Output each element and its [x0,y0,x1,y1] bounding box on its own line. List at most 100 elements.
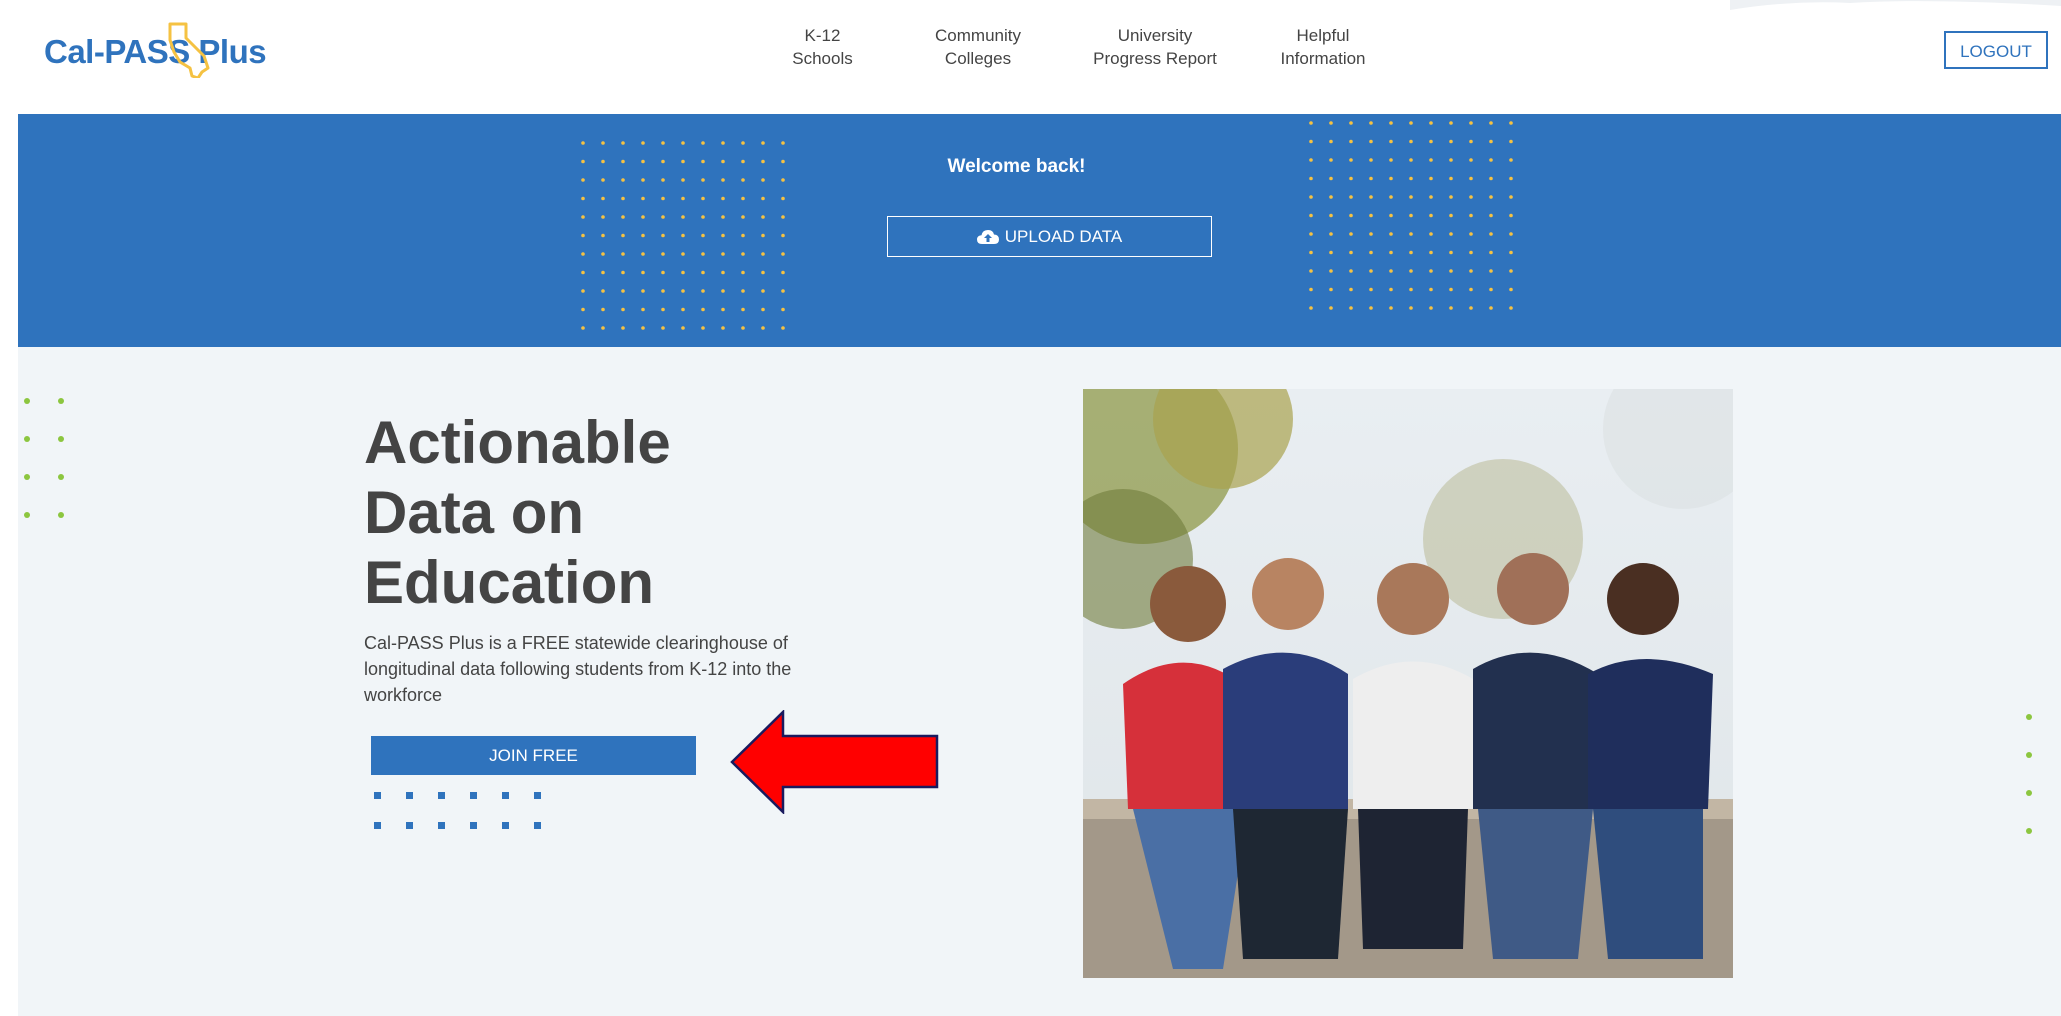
decorative-dot [1369,269,1373,273]
decorative-dot [781,326,785,330]
decorative-dot [781,215,785,219]
decorative-dot [781,141,785,145]
decorative-dot [681,141,685,145]
cal-pass-plus-logo[interactable]: Cal-PASS Plus [44,22,267,82]
decorative-dot [661,289,665,293]
decorative-dot [661,233,665,238]
decorative-dot [781,196,785,201]
decorative-dot [581,289,585,293]
upload-data-button[interactable]: UPLOAD DATA [887,216,1212,257]
logout-button[interactable]: LOGOUT [1944,31,2048,69]
decorative-dot [1389,269,1393,273]
decorative-dot [701,252,705,256]
decorative-dot [761,178,765,182]
decorative-dot [1309,139,1313,144]
decorative-dot [621,196,625,201]
decorative-dot [374,822,381,829]
decorative-dot [741,326,745,330]
decorative-dot [681,270,685,275]
decorative-dot [406,822,413,829]
decorative-dot [1489,121,1493,125]
nav-helpful-information[interactable]: Helpful Information [1263,24,1383,70]
decorative-dot [581,270,585,275]
decorative-dot [1429,269,1433,273]
decorative-dot [1349,250,1353,255]
decorative-dot [1449,287,1453,292]
decorative-dot [1469,287,1473,292]
decorative-dot [1349,121,1353,125]
students-photo-illustration [1083,389,1733,978]
decorative-dot [761,326,765,330]
decorative-dot [761,307,765,312]
decorative-dot [1509,287,1513,292]
decorative-dot [721,326,725,330]
join-free-button[interactable]: JOIN FREE [371,736,696,775]
decorative-dot [681,215,685,219]
decorative-dot [1309,306,1313,310]
decorative-dot [1329,139,1333,144]
decorative-dot [761,252,765,256]
decorative-dot [661,196,665,201]
decorative-dot [534,822,541,829]
headline-line-1: Actionable [364,409,671,476]
decorative-dot [1309,213,1313,218]
decorative-dot [641,233,645,238]
decorative-dot [701,141,705,145]
decorative-dot [1509,213,1513,218]
decorative-dot [24,436,30,442]
decorative-dot [1329,269,1333,273]
decorative-dot [681,252,685,256]
decorative-dot [24,474,30,480]
decorative-dot [470,792,477,799]
decorative-dot [1409,121,1413,125]
decorative-dot [1389,121,1393,125]
decorative-dot [601,178,605,182]
decorative-dot [1329,287,1333,292]
decorative-dot [581,196,585,201]
decorative-dot [661,326,665,330]
decorative-dot [1409,139,1413,144]
decorative-dot [1509,121,1513,125]
decorative-dot [701,233,705,238]
decorative-dot [681,289,685,293]
main-nav: K-12 Schools Community Colleges Universi… [760,24,1383,70]
decorative-dot [701,289,705,293]
decorative-dot [1469,269,1473,273]
decorative-dot [1469,121,1473,125]
decorative-dot [1489,269,1493,273]
five-students-sitting-photo [1083,389,1733,978]
nav-university-progress-report[interactable]: University Progress Report [1075,24,1235,70]
decorative-dot [1389,195,1393,199]
decorative-dot [721,196,725,201]
hero-headline: Actionable Data on Education [364,408,671,618]
decorative-dot [621,178,625,182]
decorative-dot [721,289,725,293]
decorative-dot [438,792,445,799]
decorative-dot [1429,250,1433,255]
decorative-dot [1449,139,1453,144]
decorative-dot [741,270,745,275]
decorative-dot [1389,213,1393,218]
nav-community-colleges[interactable]: Community Colleges [913,24,1043,70]
decorative-dot [1429,287,1433,292]
decorative-dot [581,178,585,182]
decorative-dot [1409,306,1413,310]
decorative-dot [601,289,605,293]
decorative-dot [1429,213,1433,218]
decorative-dot [761,141,765,145]
decorative-dot [406,792,413,799]
decorative-dot [1509,195,1513,199]
decorative-dot [1409,269,1413,273]
decorative-dot [721,307,725,312]
decorative-dot [1369,195,1373,199]
decorative-dot [1449,250,1453,255]
decorative-dot [1429,139,1433,144]
decorative-dot [470,822,477,829]
decorative-dot [641,307,645,312]
nav-k12-schools[interactable]: K-12 Schools [760,24,885,70]
decorative-dot [1309,287,1313,292]
decorative-dot [1389,306,1393,310]
decorative-dot [1509,139,1513,144]
decorative-dot [1449,232,1453,236]
decorative-dot [1329,232,1333,236]
